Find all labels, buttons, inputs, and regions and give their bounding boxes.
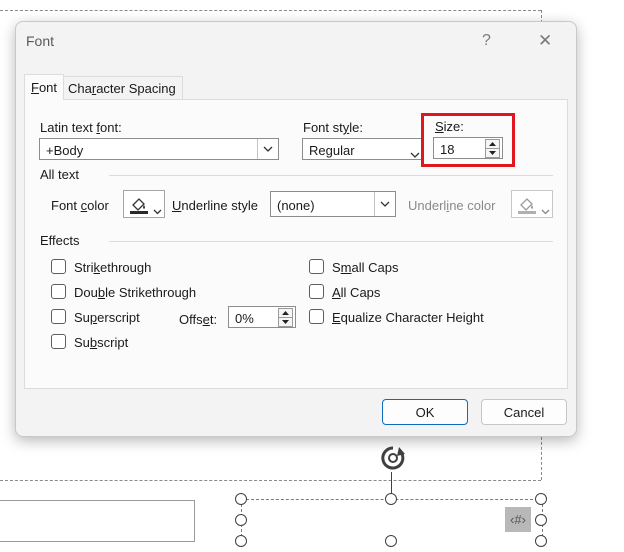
size-spin-down-icon[interactable] bbox=[485, 148, 500, 158]
latin-font-combobox[interactable]: +Body bbox=[39, 138, 279, 160]
double-strikethrough-checkbox[interactable] bbox=[51, 284, 66, 299]
chevron-down-icon[interactable] bbox=[541, 202, 550, 220]
chevron-down-icon[interactable] bbox=[374, 192, 395, 216]
font-color-label: Font color bbox=[51, 198, 109, 213]
subscript-checkbox[interactable] bbox=[51, 334, 66, 349]
ok-button[interactable]: OK bbox=[382, 399, 468, 425]
effects-separator bbox=[109, 241, 553, 242]
latin-font-label: Latin text font: bbox=[40, 120, 122, 135]
slide-number-placeholder: ‹#› bbox=[505, 507, 531, 532]
underline-style-value: (none) bbox=[277, 198, 315, 213]
chevron-down-icon[interactable] bbox=[257, 139, 278, 159]
equalize-height-label[interactable]: Equalize Character Height bbox=[332, 310, 484, 325]
resize-handle-tm[interactable] bbox=[385, 493, 397, 505]
strikethrough-label[interactable]: Strikethrough bbox=[74, 260, 151, 275]
font-tab-panel: Latin text font: +Body Font style: Regul… bbox=[24, 99, 568, 389]
double-strikethrough-label[interactable]: Double Strikethrough bbox=[74, 285, 196, 300]
strikethrough-checkbox[interactable] bbox=[51, 259, 66, 274]
paint-bucket-icon bbox=[517, 195, 537, 220]
cancel-button[interactable]: Cancel bbox=[481, 399, 567, 425]
font-style-value: Regular bbox=[309, 143, 355, 158]
chevron-down-icon[interactable] bbox=[153, 202, 162, 220]
all-text-heading: All text bbox=[40, 167, 80, 182]
tab-character-spacing[interactable]: Character Spacing bbox=[62, 76, 183, 99]
equalize-height-checkbox[interactable] bbox=[309, 309, 324, 324]
subscript-label[interactable]: Subscript bbox=[74, 335, 128, 350]
size-label: Size: bbox=[435, 119, 464, 134]
offset-label: Offset: bbox=[179, 312, 218, 327]
latin-font-value: +Body bbox=[46, 143, 84, 158]
tab-font-label: Font bbox=[31, 80, 58, 95]
font-style-label: Font style: bbox=[303, 120, 363, 135]
resize-handle-ml[interactable] bbox=[235, 514, 247, 526]
underline-color-button[interactable] bbox=[511, 190, 553, 218]
font-color-button[interactable] bbox=[123, 190, 165, 218]
chevron-down-icon[interactable] bbox=[410, 146, 420, 161]
superscript-checkbox[interactable] bbox=[51, 309, 66, 324]
resize-handle-tr[interactable] bbox=[535, 493, 547, 505]
all-text-separator bbox=[109, 175, 553, 176]
dialog-title: Font bbox=[26, 33, 55, 49]
tab-character-spacing-label: Character Spacing bbox=[68, 81, 176, 96]
resize-handle-bm[interactable] bbox=[385, 535, 397, 547]
offset-spin-down-icon[interactable] bbox=[278, 317, 293, 327]
paint-bucket-icon bbox=[129, 195, 149, 220]
resize-handle-bl[interactable] bbox=[235, 535, 247, 547]
all-caps-checkbox[interactable] bbox=[309, 284, 324, 299]
underline-style-label: Underline style bbox=[172, 198, 258, 213]
resize-handle-br[interactable] bbox=[535, 535, 547, 547]
small-caps-label[interactable]: Small Caps bbox=[332, 260, 398, 275]
rotate-handle-icon[interactable] bbox=[379, 444, 407, 472]
font-dialog: Font ? ✕ Font Character Spacing Latin te… bbox=[15, 21, 577, 437]
font-style-select[interactable]: Regular bbox=[302, 138, 423, 160]
underline-color-label: Underline color bbox=[408, 198, 496, 213]
size-value: 18 bbox=[440, 142, 455, 157]
slide-textbox[interactable] bbox=[0, 500, 195, 542]
effects-heading: Effects bbox=[40, 233, 80, 248]
superscript-label[interactable]: Superscript bbox=[74, 310, 140, 325]
offset-input[interactable]: 0% bbox=[228, 306, 296, 328]
close-icon[interactable]: ✕ bbox=[538, 31, 552, 51]
help-button[interactable]: ? bbox=[482, 32, 491, 50]
resize-handle-tl[interactable] bbox=[235, 493, 247, 505]
small-caps-checkbox[interactable] bbox=[309, 259, 324, 274]
slide-placeholder-border-top bbox=[0, 10, 541, 11]
all-caps-label[interactable]: All Caps bbox=[332, 285, 380, 300]
slide-placeholder-border-bottom bbox=[0, 480, 541, 481]
rotate-handle-line bbox=[391, 472, 392, 494]
underline-style-select[interactable]: (none) bbox=[270, 191, 396, 217]
size-input[interactable]: 18 bbox=[433, 137, 503, 159]
offset-value: 0% bbox=[235, 311, 254, 326]
tab-font[interactable]: Font bbox=[24, 74, 64, 100]
resize-handle-mr[interactable] bbox=[535, 514, 547, 526]
